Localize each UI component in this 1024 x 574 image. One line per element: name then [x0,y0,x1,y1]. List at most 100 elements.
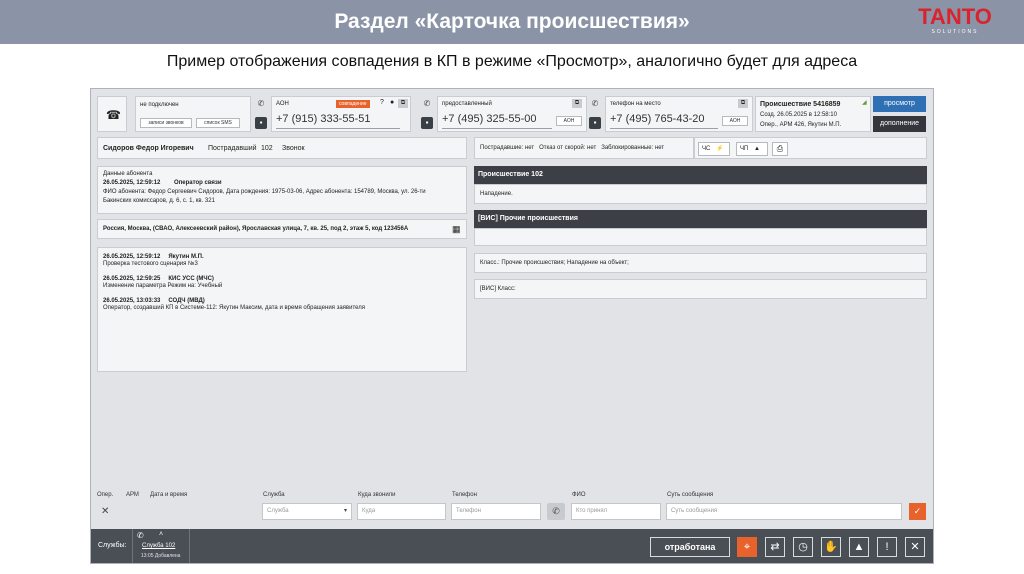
copy-icon-3[interactable]: ⧉ [738,99,748,108]
log-entry: 26.05.2025, 12:59:25 КИС УСС (МЧС) Измен… [103,275,222,289]
log-text: Оператор, создавший КП в Системе-112: Як… [103,305,366,311]
hangup-button[interactable]: ☎ [97,96,127,132]
message-input[interactable]: Суть сообщения [666,503,902,520]
service-tab[interactable]: ✆ ˄ Служба 102 13:05 Добавлена [132,529,190,563]
on-site-aon-button[interactable]: АОН [722,116,748,126]
service-placeholder: Служба [267,508,289,514]
help-icon[interactable]: ? [380,99,384,106]
class-text: Класс.: Прочие происшествия; Нападение н… [480,260,629,266]
on-site-panel: телефон на место ⧉ +7 (495) 765-43-20 АО… [605,96,753,132]
incident-text: Нападение. [480,191,513,197]
services-label: Службы: [98,542,127,549]
col-oper-label: Опер. [97,492,114,498]
incident-info-panel: Происшествие 5416859 ◢ Созд. 26.05.2025 … [755,96,871,132]
aon-label: АОН [276,101,289,107]
where-label: Куда звонили [358,492,396,498]
log-time: 26.05.2025, 12:59:12 [103,254,161,260]
chevron-down-icon: ▾ [343,508,347,514]
provided-aon-button[interactable]: АОН [556,116,582,126]
warning-icon: ▲ [753,146,760,152]
pin-icon[interactable]: ● [390,99,394,106]
phone-icon-tab: ✆ [137,531,144,540]
vis-class-text: [ВИС] Класс: [480,286,516,292]
slide-title: Раздел «Карточка происшествия» [334,10,690,33]
where-input[interactable]: Куда [357,503,446,520]
provided-number: +7 (495) 325-55-00 [442,113,537,125]
log-time: 26.05.2025, 12:59:25 [103,276,161,282]
log-time: 26.05.2025, 13:03:33 [103,298,161,304]
alarm-icon[interactable]: ▲ [849,537,869,557]
phone-input[interactable]: Телефон [451,503,541,520]
chat-icon-2[interactable]: ▪ [421,117,433,129]
phone-call-icon[interactable]: ✆ [547,503,565,520]
fio-input[interactable]: Кто принял [571,503,661,520]
chevron-up-icon[interactable]: ˄ [159,531,163,538]
clear-icon[interactable]: ✕ [101,506,109,517]
chs-button[interactable]: ЧС ⚡ [698,142,730,156]
more-button[interactable]: дополнение [873,116,926,132]
copy-icon-2[interactable]: ⧉ [572,99,582,108]
close-icon[interactable]: ✕ [905,537,925,557]
address-panel: Россия, Москва, (СВАО, Алексеевский райо… [97,219,467,239]
chs-label: ЧС [702,146,711,152]
incident-text-panel: Нападение. [474,184,927,204]
chp-button[interactable]: ЧП ▲ [736,142,768,156]
phone-icon-2: ✆ [423,99,431,108]
event-log-panel: 26.05.2025, 12:59:12 Якутин М.П. Проверк… [97,247,467,372]
connection-panel: не подключен записи звонков список SMS [135,96,251,132]
confirm-check-icon[interactable]: ✓ [909,503,926,520]
chat-icon-3[interactable]: ▪ [589,117,601,129]
emergency-panel: ЧС ⚡ ЧП ▲ ⎙ [694,137,927,159]
incident-title: Происшествие 5416859 [760,101,841,108]
provided-panel: предоставленный ⧉ +7 (495) 325-55-00 АОН [437,96,587,132]
aon-underline [276,128,400,129]
subscriber-panel: Данные абонента 26.05.2025, 12:59:12 Опе… [97,166,467,214]
caller-panel: Сидоров Федор Игоревич Пострадавший 102 … [97,137,467,159]
subscriber-author: Оператор связи [174,180,222,186]
location-pin-icon[interactable]: ⌖ [737,537,757,557]
log-who: Якутин М.П. [168,254,204,260]
vis-body [474,228,927,246]
caller-name: Сидоров Федор Игоревич [103,145,194,152]
map-icon[interactable]: ▦ [452,224,461,235]
incident-header: Происшествие 102 [474,166,927,184]
vis-header: [ВИС] Прочие происшествия [474,210,927,228]
log-entry: 26.05.2025, 13:03:33 СОДЧ (МВД) Оператор… [103,297,365,311]
print-icon[interactable]: ⎙ [772,142,788,156]
caller-role: Пострадавший [208,145,257,152]
vis-class-panel: [ВИС] Класс: [474,279,927,299]
subscriber-line1: ФИО абонента: Федор Сергеевич Сидоров, Д… [103,189,426,195]
incident-created: Созд. 26.05.2025 в 12:58:10 [760,112,837,118]
aon-number: +7 (915) 333-55-51 [276,113,371,125]
view-button[interactable]: просмотр [873,96,926,112]
connection-status: не подключен [140,102,179,108]
logo-main: TANTO [918,4,992,29]
link-icon[interactable]: ⇄ [765,537,785,557]
done-button[interactable]: отработана [650,537,730,557]
phone-icon: ✆ [257,99,265,108]
log-who: СОДЧ (МВД) [168,298,205,304]
fio-label: ФИО [572,492,586,498]
copy-icon[interactable]: ⧉ [398,99,408,108]
hand-icon[interactable]: ✋ [821,537,841,557]
log-who: КИС УСС (МЧС) [168,276,214,282]
calls-button[interactable]: записи звонков [140,118,192,128]
tanto-logo: TANTO SOLUTIONS [910,6,1000,38]
subscriber-time: 26.05.2025, 12:59:12 [103,180,161,186]
provided-underline [442,128,552,129]
expand-icon[interactable]: ◢ [862,99,867,106]
col-datetime-label: Дата и время [150,492,188,498]
match-badge: совпадение [336,100,370,108]
caller-type: Звонок [282,145,305,152]
logo-sub: SOLUTIONS [931,29,979,35]
service-select[interactable]: Служба ▾ [262,503,352,520]
lightning-icon: ⚡ [716,146,724,152]
phone-icon-3: ✆ [591,99,599,108]
chat-icon[interactable]: ▪ [255,117,267,129]
message-icon[interactable]: ! [877,537,897,557]
on-site-number: +7 (495) 765-43-20 [610,113,705,125]
app-screen: ☎ не подключен записи звонков список SMS… [90,88,934,564]
timer-icon[interactable]: ◷ [793,537,813,557]
sms-button[interactable]: список SMS [196,118,240,128]
class-panel: Класс.: Прочие происшествия; Нападение н… [474,253,927,273]
